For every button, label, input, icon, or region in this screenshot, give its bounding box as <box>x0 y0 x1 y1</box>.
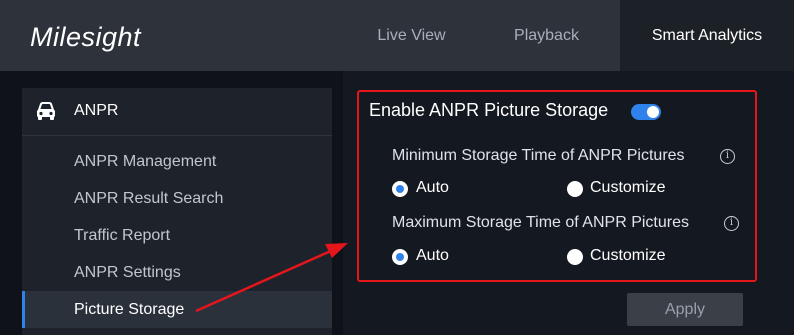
max-customize-label: Customize <box>590 247 666 264</box>
tab-smart-analytics[interactable]: Smart Analytics <box>620 0 794 71</box>
min-customize-radio[interactable] <box>567 181 583 197</box>
min-auto-label: Auto <box>416 179 449 196</box>
max-auto-radio[interactable] <box>392 249 408 265</box>
enable-storage-label: Enable ANPR Picture Storage <box>369 100 609 120</box>
sidebar-item-anpr-management[interactable]: ANPR Management <box>22 143 332 180</box>
sidebar-item-anpr-settings[interactable]: ANPR Settings <box>22 254 332 291</box>
sidebar-section-header[interactable]: ANPR <box>22 88 332 136</box>
info-icon[interactable]: i <box>720 149 735 164</box>
sidebar: ANPR ANPR Management ANPR Result Search … <box>22 88 332 335</box>
car-icon <box>35 101 57 126</box>
logo: Milesight <box>30 22 142 52</box>
min-customize-label: Customize <box>590 179 666 196</box>
sidebar-item-traffic-report[interactable]: Traffic Report <box>22 217 332 254</box>
min-storage-label: Minimum Storage Time of ANPR Pictures <box>392 147 685 164</box>
tab-playback[interactable]: Playback <box>473 0 620 71</box>
max-storage-label: Maximum Storage Time of ANPR Pictures <box>392 214 689 231</box>
tab-live-view[interactable]: Live View <box>350 0 473 71</box>
info-icon[interactable]: i <box>724 216 739 231</box>
apply-button[interactable]: Apply <box>627 293 743 326</box>
min-auto-radio[interactable] <box>392 181 408 197</box>
sidebar-section-title: ANPR <box>74 102 119 119</box>
max-auto-label: Auto <box>416 247 449 264</box>
sidebar-item-picture-storage[interactable]: Picture Storage <box>22 291 332 328</box>
enable-storage-toggle[interactable] <box>631 104 661 120</box>
sidebar-item-anpr-result-search[interactable]: ANPR Result Search <box>22 180 332 217</box>
max-customize-radio[interactable] <box>567 249 583 265</box>
top-navigation-bar: Milesight Live View Playback Smart Analy… <box>0 0 794 71</box>
